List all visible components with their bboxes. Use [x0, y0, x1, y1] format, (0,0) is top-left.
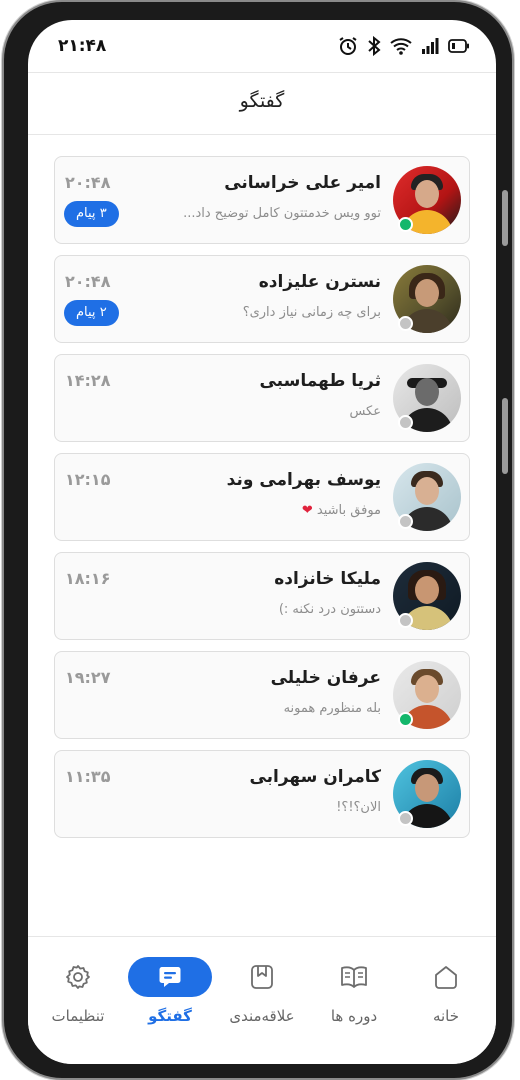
- chat-item[interactable]: عرفان خلیلی بله منظورم همونه ۱۹:۲۷: [54, 651, 470, 739]
- offline-status-dot: [398, 514, 413, 529]
- battery-icon: [448, 39, 469, 53]
- chat-last-message: توو ویس خدمتتون کامل توضیح داد...: [183, 206, 381, 221]
- nav-label-chat: گفتگو: [148, 1007, 192, 1025]
- open-book-icon: [341, 966, 367, 988]
- chat-time: ۱۱:۳۵: [65, 767, 111, 786]
- page-title: گفتگو: [239, 90, 285, 112]
- status-time: ۲۱:۴۸: [58, 36, 107, 56]
- unread-badge: ۳ پیام: [64, 201, 119, 227]
- bookmark-book-icon: [251, 965, 273, 989]
- power-button: [502, 398, 508, 474]
- home-icon: [435, 966, 457, 989]
- chat-name: ملیکا خانزاده: [274, 569, 381, 589]
- bottom-nav: تنظیمات گفتگو: [28, 937, 496, 1064]
- phone-frame: ۲۱:۴۸ گفتگو امیر علی خراسانی توو ویس خدم…: [4, 2, 512, 1078]
- alarm-icon: [339, 37, 357, 55]
- chat-item[interactable]: ملیکا خانزاده دستتون درد نکنه :) ۱۸:۱۶: [54, 552, 470, 640]
- offline-status-dot: [398, 316, 413, 331]
- chat-name: یوسف بهرامی وند: [226, 470, 381, 490]
- nav-label-favorites: علاقه‌مندی: [229, 1007, 295, 1025]
- offline-status-dot: [398, 811, 413, 826]
- nav-item-home[interactable]: خانه: [400, 937, 492, 1047]
- nav-item-chat[interactable]: گفتگو: [124, 937, 216, 1047]
- chat-time: ۲۰:۴۸: [65, 272, 111, 291]
- nav-label-courses: دوره ها: [330, 1007, 378, 1025]
- nav-item-settings[interactable]: تنظیمات: [32, 937, 124, 1047]
- unread-badge: ۲ پیام: [64, 300, 119, 326]
- chat-time: ۱۹:۲۷: [65, 668, 111, 687]
- chat-item[interactable]: یوسف بهرامی وند موفق باشید ❤ ۱۲:۱۵: [54, 453, 470, 541]
- chat-bubble-icon: [159, 967, 181, 987]
- chat-time: ۲۰:۴۸: [65, 173, 111, 192]
- chat-name: نسترن علیزاده: [258, 272, 381, 292]
- nav-item-courses[interactable]: دوره ها: [308, 937, 400, 1047]
- chat-name: امیر علی خراسانی: [224, 173, 381, 193]
- chat-last-message: عکس: [349, 404, 381, 419]
- chat-last-message: الان؟!؟!: [336, 800, 381, 815]
- chat-time: ۱۸:۱۶: [65, 569, 111, 588]
- chat-item[interactable]: امیر علی خراسانی توو ویس خدمتتون کامل تو…: [54, 156, 470, 244]
- online-status-dot: [398, 712, 413, 727]
- chat-time: ۱۴:۲۸: [65, 371, 111, 390]
- nav-item-favorites[interactable]: علاقه‌مندی: [216, 937, 308, 1047]
- chat-time: ۱۲:۱۵: [65, 470, 111, 489]
- online-status-dot: [398, 217, 413, 232]
- status-bar: ۲۱:۴۸: [28, 20, 496, 70]
- chat-last-message: موفق باشید ❤: [301, 503, 381, 518]
- chat-item[interactable]: نسترن علیزاده برای چه زمانی نیاز داری؟ ۲…: [54, 255, 470, 343]
- chat-last-message: دستتون درد نکنه :): [278, 602, 381, 617]
- nav-label-home: خانه: [432, 1007, 460, 1025]
- gear-icon: [66, 965, 90, 989]
- chat-item[interactable]: کامران سهرابی الان؟!؟! ۱۱:۳۵: [54, 750, 470, 838]
- nav-label-settings: تنظیمات: [51, 1007, 105, 1025]
- volume-up-button: [502, 190, 508, 246]
- chat-last-message: بله منظورم همونه: [283, 701, 381, 716]
- status-divider: [28, 72, 496, 73]
- header-divider: [28, 134, 496, 135]
- status-icons: [338, 36, 470, 56]
- offline-status-dot: [398, 613, 413, 628]
- offline-status-dot: [398, 415, 413, 430]
- signal-icon: [422, 38, 439, 54]
- wifi-icon: [390, 38, 412, 55]
- chat-item[interactable]: ثریا طهماسبی عکس ۱۴:۲۸: [54, 354, 470, 442]
- chat-name: عرفان خلیلی: [270, 668, 381, 688]
- heart-emoji-icon: ❤: [301, 503, 313, 518]
- bluetooth-icon: [368, 36, 381, 56]
- chat-last-message: برای چه زمانی نیاز داری؟: [242, 305, 381, 320]
- chat-name: کامران سهرابی: [249, 767, 381, 787]
- screen: ۲۱:۴۸ گفتگو امیر علی خراسانی توو ویس خدم…: [28, 20, 496, 1064]
- chat-name: ثریا طهماسبی: [259, 371, 381, 391]
